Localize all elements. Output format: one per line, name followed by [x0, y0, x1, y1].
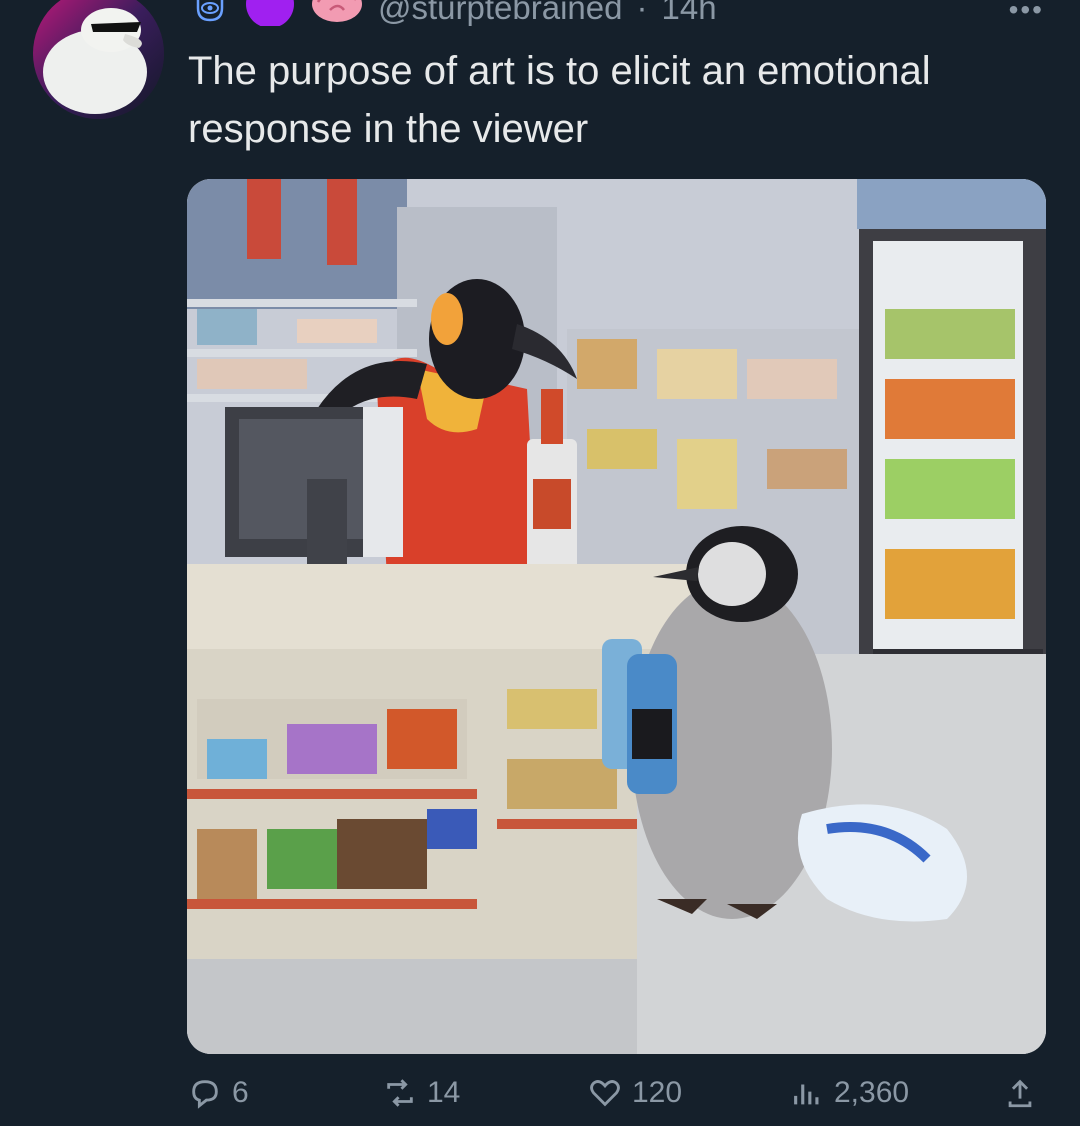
repost-icon [387, 1079, 413, 1107]
author-handle[interactable]: @sturptebrained [378, 0, 622, 27]
post-actions: 6 14 120 2,360 [188, 1076, 1048, 1126]
heart-icon [590, 1080, 620, 1107]
hamsa-eye-icon [190, 0, 230, 32]
reply-icon [192, 1080, 218, 1109]
post-header: @sturptebrained · 14h [190, 0, 717, 30]
avatar[interactable] [33, 0, 164, 119]
like-count: 120 [632, 1076, 683, 1109]
share-icon [1008, 1079, 1032, 1108]
more-options-button[interactable]: ••• [1009, 0, 1044, 26]
post-text: The purpose of art is to elicit an emoti… [188, 49, 931, 151]
brain-icon [310, 0, 364, 34]
views-count: 2,360 [834, 1076, 910, 1109]
views-chart-icon [794, 1084, 819, 1105]
post-time[interactable]: 14h [661, 0, 716, 27]
repost-count: 14 [427, 1076, 461, 1109]
reply-count: 6 [232, 1076, 249, 1109]
post-media-image[interactable] [187, 179, 1046, 1054]
purple-circle-icon [244, 0, 296, 34]
repost-button[interactable]: 14 [383, 1076, 460, 1110]
views-button[interactable]: 2,360 [790, 1076, 909, 1110]
reply-button[interactable]: 6 [188, 1076, 249, 1110]
time-separator: · [636, 0, 648, 26]
share-button[interactable] [1003, 1076, 1037, 1110]
like-button[interactable]: 120 [588, 1076, 682, 1110]
